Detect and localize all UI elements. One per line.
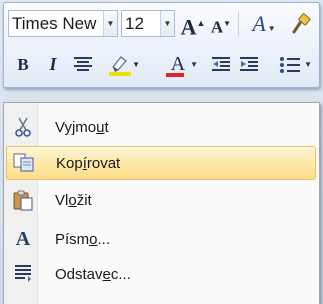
font-size-value: 12 <box>125 14 144 33</box>
font-name-combo[interactable]: Times New ▼ <box>8 10 118 37</box>
menu-item-paragraph[interactable]: Odstavec... <box>6 258 316 292</box>
menu-item-label: Vyjmout <box>55 119 109 136</box>
menu-item-paste[interactable]: Vložit <box>6 184 316 218</box>
font-name-value: Times New <box>12 14 97 33</box>
menu-item-label: Písmo... <box>55 231 111 248</box>
font-color-button[interactable]: A ▼ <box>158 51 198 78</box>
font-size-combo[interactable]: 12 ▼ <box>121 10 175 37</box>
copy-icon <box>13 152 35 174</box>
format-painter-button[interactable] <box>289 10 315 37</box>
highlighter-icon <box>109 56 131 76</box>
scissors-icon <box>12 116 34 138</box>
menu-item-label: Odstavec... <box>55 266 131 283</box>
paste-icon <box>12 189 34 211</box>
italic-icon: I <box>49 54 57 74</box>
toolbar-separator <box>238 12 239 36</box>
decrease-indent-icon <box>212 57 230 71</box>
menu-item-label: Kopírovat <box>56 155 121 172</box>
context-menu: Vyjmout Kopírovat Vložit A Písmo... Odst… <box>3 102 320 304</box>
grow-font-icon: A <box>180 14 197 40</box>
font-color-swatch <box>166 73 184 77</box>
highlight-dropdown-icon[interactable]: ▼ <box>132 51 140 78</box>
menu-item-font[interactable]: A Písmo... <box>6 223 316 257</box>
mini-toolbar: Times New ▼ 12 ▼ A▲ A▼ A ▼ B I ▼ A ▼ ▼ <box>3 2 320 88</box>
bullets-icon <box>280 57 300 73</box>
menu-item-copy[interactable]: Kopírovat <box>6 146 316 180</box>
font-icon: A <box>15 228 31 250</box>
decrease-indent-button[interactable] <box>208 51 234 78</box>
styles-button[interactable]: A ▼ <box>244 10 284 37</box>
bullets-dropdown-icon[interactable]: ▼ <box>304 51 312 78</box>
italic-button[interactable]: I <box>40 51 66 78</box>
center-align-icon <box>74 57 92 71</box>
font-size-dropdown-icon[interactable]: ▼ <box>160 11 174 36</box>
center-align-button[interactable] <box>70 51 96 78</box>
menu-item-cut[interactable]: Vyjmout <box>6 111 316 145</box>
bold-icon: B <box>17 55 29 74</box>
increase-indent-button[interactable] <box>236 51 262 78</box>
increase-indent-icon <box>240 57 258 71</box>
font-color-dropdown-icon[interactable]: ▼ <box>190 51 198 78</box>
toolbar-row-font: Times New ▼ 12 ▼ A▲ A▼ A ▼ <box>8 10 318 40</box>
highlight-color-button[interactable]: ▼ <box>100 51 140 78</box>
bullets-button[interactable]: ▼ <box>268 51 312 78</box>
font-color-icon: A <box>170 53 186 75</box>
bold-button[interactable]: B <box>10 51 36 78</box>
paragraph-icon <box>12 263 34 285</box>
grow-font-button[interactable]: A▲ <box>180 10 206 40</box>
shrink-font-button[interactable]: A▼ <box>208 10 234 37</box>
menu-item-label: Vložit <box>55 192 92 209</box>
shrink-font-icon: A <box>210 17 224 37</box>
toolbar-row-format: B I ▼ A ▼ ▼ <box>8 51 318 79</box>
format-painter-icon <box>292 13 311 34</box>
font-name-dropdown-icon[interactable]: ▼ <box>103 11 117 36</box>
styles-icon: A <box>252 11 266 36</box>
